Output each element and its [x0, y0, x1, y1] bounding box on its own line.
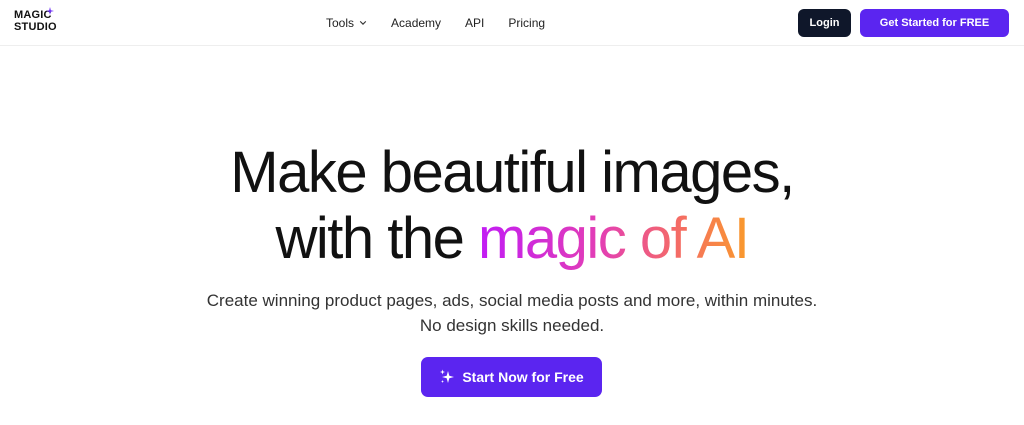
start-now-button[interactable]: Start Now for Free: [421, 357, 602, 397]
start-now-label: Start Now for Free: [462, 369, 584, 385]
hero-subtitle: Create winning product pages, ads, socia…: [0, 288, 1024, 338]
logo-text-line2: STUDIO: [14, 21, 57, 33]
nav-tools-label: Tools: [326, 16, 355, 30]
top-navbar: MAGIC STUDIO Tools Academy API Pricing L…: [0, 0, 1024, 46]
hero-headline: Make beautiful images, with the magic of…: [0, 140, 1024, 272]
magic-studio-logo[interactable]: MAGIC STUDIO: [14, 7, 66, 39]
subtitle-line-2: No design skills needed.: [419, 316, 605, 335]
nav-tools[interactable]: Tools: [326, 16, 367, 30]
headline-line-1: Make beautiful images,: [230, 140, 795, 205]
get-started-button[interactable]: Get Started for FREE: [860, 9, 1009, 37]
nav-academy[interactable]: Academy: [391, 16, 441, 30]
headline-gradient-text: magic of AI: [478, 206, 750, 271]
headline-plain-text: with the: [275, 206, 479, 271]
hero-section: Make beautiful images, with the magic of…: [0, 140, 1024, 338]
sparkles-icon: [440, 369, 455, 383]
login-button[interactable]: Login: [798, 9, 851, 37]
logo-sparkle-icon: [46, 7, 54, 15]
main-nav: Tools Academy API Pricing: [326, 14, 569, 32]
chevron-down-icon: [359, 21, 367, 25]
nav-pricing[interactable]: Pricing: [508, 16, 545, 30]
headline-line-2: with the magic of AI: [0, 206, 1024, 272]
logo-text-line1: MAGIC: [14, 9, 52, 21]
subtitle-line-1: Create winning product pages, ads, socia…: [206, 291, 818, 310]
nav-api[interactable]: API: [465, 16, 484, 30]
